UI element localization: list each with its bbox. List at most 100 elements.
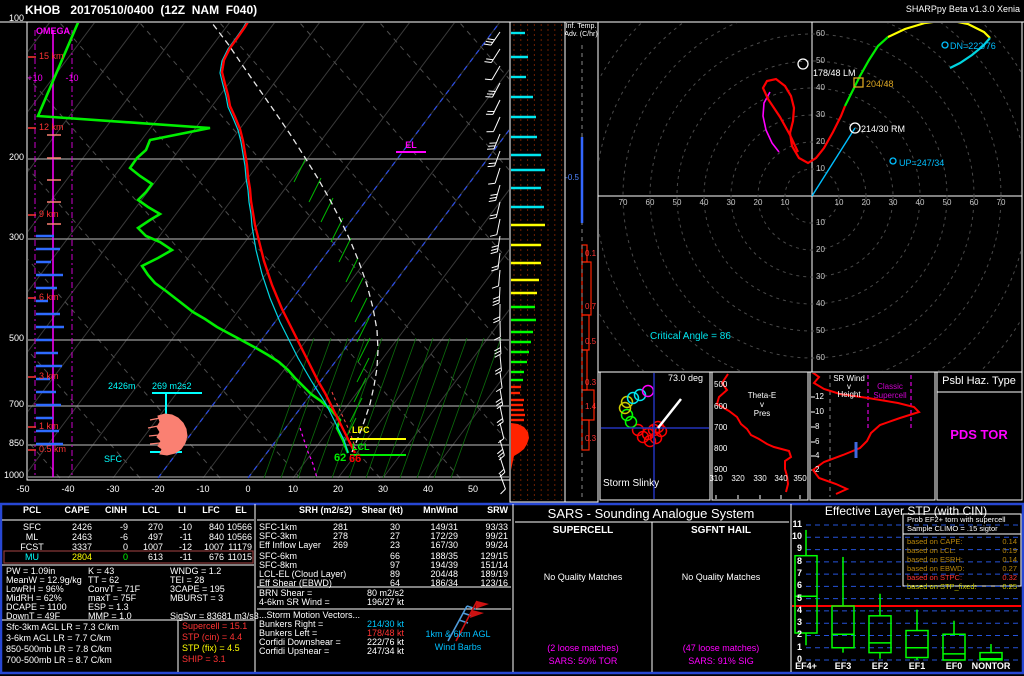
stp-category-label: NONTOR [972, 662, 1011, 671]
stp-y-tick: 10 [792, 532, 802, 541]
slinky-angle-value: 73.0 deg [668, 374, 703, 383]
kinem-table-header: SRH (m2/s2) [299, 506, 352, 515]
composite-index: STP (fix) = 4.5 [182, 644, 240, 653]
kinem-row-value[interactable]: 186/34 [430, 579, 458, 588]
composite-index: STP (cin) = 4.4 [182, 633, 242, 642]
pressure-axis-label: 300 [9, 233, 24, 242]
parcel-row-value[interactable]: 11015 [228, 553, 252, 562]
kinem-row-value[interactable]: 123/16 [480, 579, 508, 588]
sr46-label: 4-6km SR Wind = [259, 598, 330, 607]
parcel-table-header: CAPE [64, 506, 89, 515]
srwind-y-label: 2 [815, 466, 819, 474]
parcel-table-header: LFC [202, 506, 220, 515]
composite-index: SHIP = 3.1 [182, 655, 226, 664]
kinem-table-header: Shear (kt) [361, 506, 403, 515]
kinem-row-value[interactable]: 167/30 [430, 541, 458, 550]
hodo-axis-label: 10 [835, 199, 844, 207]
sars-supercell-result: SARS: 50% TOR [549, 657, 618, 666]
adv-warm-value: 1.4 [585, 403, 596, 411]
stp-legend-label: based on CAPE: [907, 538, 962, 546]
kinem-row-name[interactable]: Eff Inflow Layer [259, 541, 321, 550]
surface-temp-value: 66 [349, 454, 361, 466]
omega-minus-label: -10 [65, 74, 78, 83]
kinem-row-value[interactable]: 64 [390, 579, 400, 588]
inflow-height-label: 2426m [108, 382, 136, 391]
stp-category-label: EF2 [872, 662, 889, 671]
composite-index: Supercell = 15.1 [182, 622, 247, 631]
kinem-row-value[interactable]: 23 [390, 541, 400, 550]
srwind-title-3: Height [837, 391, 860, 399]
adv-header-line1: Inf. Temp. [566, 23, 597, 30]
sfc-level-label: SFC [104, 455, 122, 464]
stp-y-tick: 11 [792, 520, 802, 529]
sars-supercell-header: SUPERCELL [553, 526, 614, 537]
sars-title: SARS - Sounding Analogue System [548, 507, 755, 521]
lapse-rate: 3-6km AGL LR = 7.7 C/km [6, 634, 111, 643]
temp-axis-label: 50 [468, 485, 478, 494]
hodo-mean-label: 204/48 [866, 80, 894, 89]
adv-warm-value: 0.3 [585, 379, 596, 387]
thetae-title-3: Pres [754, 410, 770, 418]
kinem-table-header: MnWind [423, 506, 458, 515]
hodo-ring-label: 60 [816, 354, 825, 362]
height-marker-label: 6 km [39, 293, 59, 302]
parcel-row-value[interactable]: 676 [209, 553, 224, 562]
omega-label: OMEGA [36, 27, 70, 36]
parcel-table-header: LI [178, 506, 186, 515]
stp-legend-label: based on STPC: [907, 574, 962, 582]
hodo-ring-label: 50 [816, 57, 825, 65]
hazard-title: Psbl Haz. Type [942, 376, 1016, 388]
srwind-y-label: 12 [815, 393, 824, 401]
pressure-axis-label: 100 [9, 14, 24, 23]
thetae-x-label: 340 [774, 475, 787, 483]
height-marker-label: 9 km [39, 210, 59, 219]
temp-axis-label: 20 [333, 485, 343, 494]
barb-caption-2: Wind Barbs [435, 643, 482, 652]
lcl-label: LCL [352, 443, 370, 452]
hodo-axis-label: 50 [943, 199, 952, 207]
slinky-title: Storm Slinky [603, 479, 659, 490]
pressure-axis-label: 700 [9, 400, 24, 409]
stp-y-tick: 9 [797, 544, 802, 553]
parcel-table-header: PCL [23, 506, 41, 515]
stp-y-tick: 5 [797, 594, 802, 603]
adv-cold-value: -0.5 [565, 174, 579, 182]
hodo-ring-label: 20 [816, 138, 825, 146]
version-label: SHARPpy Beta v1.3.0 Xenia [906, 5, 1020, 14]
stp-y-tick: 2 [797, 630, 802, 639]
storm-motion-value: 247/34 kt [367, 647, 404, 656]
thetae-y-label: 800 [714, 445, 727, 453]
sars-hail-header: SGFNT HAIL [691, 526, 751, 537]
thetae-y-label: 700 [714, 424, 727, 432]
kinem-row-value[interactable]: 269 [333, 541, 348, 550]
temp-axis-label: -20 [151, 485, 164, 494]
thermo-param: DownT = 49F [6, 612, 60, 621]
pressure-axis-label: 850 [9, 439, 24, 448]
stp-y-tick: 1 [797, 643, 802, 652]
kinem-row-name[interactable]: Eff Shear (EBWD) [259, 579, 332, 588]
hodo-ring-label: 30 [816, 111, 825, 119]
text-overlay: KHOB 20170510/0400 (12Z NAM F040) SHARPp… [0, 0, 1024, 676]
thetae-x-label: 350 [793, 475, 806, 483]
temp-axis-label: -30 [106, 485, 119, 494]
hodo-ring-label: 60 [816, 30, 825, 38]
parcel-table-header: CINH [105, 506, 127, 515]
stp-legend-value: 0.27 [1002, 565, 1017, 573]
lapse-rate: 850-500mb LR = 7.8 C/km [6, 645, 112, 654]
hodo-ring-label: 10 [816, 165, 825, 173]
hodo-ring-label: 30 [816, 273, 825, 281]
stp-y-tick: 7 [797, 569, 802, 578]
temp-axis-label: 40 [423, 485, 433, 494]
hodo-ring-label: 20 [816, 246, 825, 254]
hodo-axis-label: 10 [781, 199, 790, 207]
parcel-row-name[interactable]: MU [25, 553, 39, 562]
kinem-row-value[interactable]: 99/24 [485, 541, 508, 550]
temp-axis-label: 30 [378, 485, 388, 494]
parcel-row-value[interactable]: 0 [123, 553, 128, 562]
stp-legend-label: based on ESRH: [907, 556, 963, 564]
parcel-row-value[interactable]: 613 [148, 553, 163, 562]
lapse-rate: Sfc-3km AGL LR = 7.3 C/km [6, 623, 119, 632]
parcel-row-value[interactable]: 2804 [72, 553, 92, 562]
stp-y-tick: 4 [797, 606, 802, 615]
parcel-row-value[interactable]: -11 [180, 553, 192, 562]
